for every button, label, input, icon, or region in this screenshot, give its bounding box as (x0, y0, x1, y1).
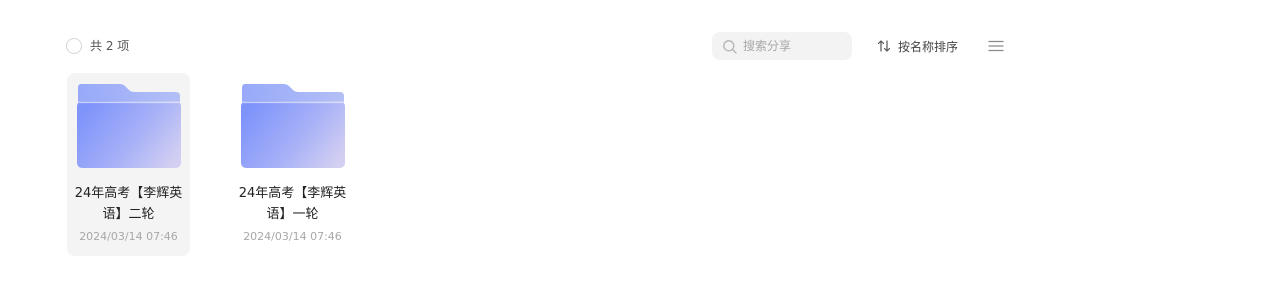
folder-date: 2024/03/14 07:46 (79, 230, 178, 243)
item-count-label: 共 2 项 (90, 39, 130, 53)
folder-name: 24年高考【李辉英语】一轮 (238, 186, 347, 222)
search-icon (723, 40, 737, 54)
search-input[interactable] (743, 32, 847, 60)
folder-card[interactable]: 24年高考【李辉英语】二轮 2024/03/14 07:46 (67, 73, 190, 256)
list-view-icon[interactable] (987, 38, 1005, 54)
sort-arrows-icon (877, 40, 891, 52)
folder-icon (241, 84, 345, 168)
folder-icon (77, 84, 181, 168)
sort-label: 按名称排序 (898, 39, 959, 54)
sort-by-name-button[interactable]: 按名称排序 (876, 36, 958, 56)
folder-card[interactable]: 24年高考【李辉英语】一轮 2024/03/14 07:46 (231, 73, 354, 256)
select-all-checkbox[interactable] (66, 38, 82, 54)
search-box[interactable] (712, 32, 852, 60)
folder-date: 2024/03/14 07:46 (243, 230, 342, 243)
folder-name: 24年高考【李辉英语】二轮 (74, 186, 183, 222)
